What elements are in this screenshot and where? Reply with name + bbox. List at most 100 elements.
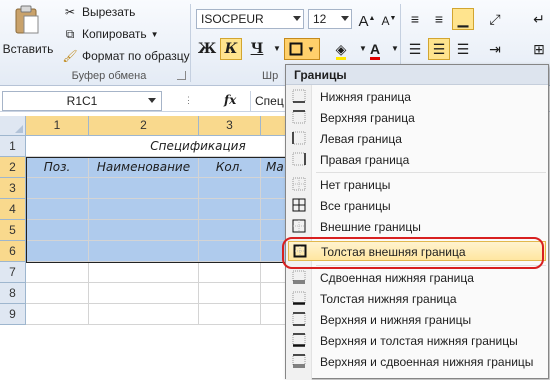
menu-item-right-border[interactable]: Правая граница <box>288 150 546 170</box>
copy-dropdown-icon[interactable]: ▼ <box>151 30 159 39</box>
cell[interactable] <box>26 283 89 304</box>
splitter-handle-icon[interactable]: ⋮ <box>184 95 194 106</box>
align-left-button[interactable]: ☰ <box>404 38 426 60</box>
cell[interactable] <box>199 283 261 304</box>
name-box-value: R1C1 <box>66 94 98 108</box>
orientation-button[interactable]: ⤢ <box>484 8 506 30</box>
insert-function-icon[interactable]: fx <box>224 93 236 107</box>
bold-button[interactable]: Ж <box>196 38 218 60</box>
menu-item-top-double-bottom-border[interactable]: Верхняя и сдвоенная нижняя границы <box>288 352 546 372</box>
row-header[interactable]: 3 <box>0 178 26 199</box>
align-top-icon: ≡ <box>410 11 420 27</box>
column-header[interactable]: 3 <box>199 116 261 136</box>
row-header[interactable]: 7 <box>0 262 26 283</box>
menu-item-top-thick-bottom-border[interactable]: Верхняя и толстая нижняя границы <box>288 331 546 351</box>
shrink-font-button[interactable]: A▼ <box>378 8 400 30</box>
row-header[interactable]: 2 <box>0 157 26 178</box>
underline-button[interactable]: Ч <box>246 38 268 60</box>
align-right-button[interactable]: ☰ <box>452 38 474 60</box>
selection-outline <box>26 157 288 263</box>
paste-button[interactable]: Вставить <box>2 2 54 64</box>
cut-label: Вырезать <box>82 5 136 19</box>
italic-button[interactable]: К <box>220 38 242 60</box>
row-header[interactable]: 4 <box>0 199 26 220</box>
cell[interactable] <box>261 283 287 304</box>
top-thick-bottom-border-icon <box>292 333 306 347</box>
cell[interactable] <box>199 262 261 283</box>
menu-item-thick-bottom-border[interactable]: Толстая нижняя граница <box>288 289 546 309</box>
align-top-button[interactable]: ≡ <box>404 8 426 30</box>
cell[interactable] <box>89 262 199 283</box>
cell[interactable] <box>261 304 287 325</box>
select-all-corner[interactable] <box>0 116 26 136</box>
chevron-down-icon[interactable] <box>341 16 349 21</box>
menu-item-top-bottom-border[interactable]: Верхняя и нижняя границы <box>288 310 546 330</box>
font-name-combo[interactable]: ISOCPEUR <box>196 9 304 29</box>
merge-icon: ⊞ <box>533 41 545 57</box>
annotation-highlight-oval <box>282 237 544 269</box>
thick-bottom-border-icon <box>292 291 306 305</box>
menu-item-bottom-border[interactable]: Нижняя граница <box>288 87 546 107</box>
align-bottom-button[interactable]: ▁ <box>452 8 474 30</box>
clipboard-icon <box>15 5 39 34</box>
format-painter-button[interactable]: 🖌 Формат по образцу <box>62 48 189 64</box>
merge-button[interactable]: ⊞ <box>528 38 550 60</box>
fill-color-button[interactable]: ◈ <box>330 38 352 60</box>
column-header[interactable]: 1 <box>26 116 89 136</box>
font-name-value: ISOCPEUR <box>201 12 264 26</box>
copy-icon: ⧉ <box>65 27 75 41</box>
scissors-icon: ✂ <box>64 5 76 19</box>
row-header[interactable]: 6 <box>0 241 26 262</box>
name-box[interactable]: R1C1 <box>2 91 162 111</box>
chevron-down-icon[interactable] <box>148 98 156 103</box>
borders-button[interactable]: ▼ <box>284 38 320 60</box>
bottom-border-icon <box>292 89 306 103</box>
column-header[interactable] <box>261 116 287 136</box>
menu-item-label: Верхняя и сдвоенная нижняя границы <box>320 355 534 369</box>
cell[interactable] <box>261 262 287 283</box>
font-color-button[interactable]: A <box>364 38 386 60</box>
indent-icon: ⇥ <box>489 41 501 57</box>
menu-item-label: Сдвоенная нижняя граница <box>320 271 474 285</box>
copy-button[interactable]: ⧉ Копировать ▼ <box>62 26 159 42</box>
borders-menu: Границы Нижняя граница Верхняя граница Л… <box>285 64 549 380</box>
chevron-down-icon[interactable] <box>293 16 301 21</box>
cut-button[interactable]: ✂ Вырезать <box>62 4 135 20</box>
grow-font-button[interactable]: A▲ <box>356 8 378 30</box>
wrap-text-icon: ↵ <box>533 11 545 27</box>
menu-item-label: Верхняя граница <box>320 111 415 125</box>
top-border-icon <box>292 110 306 124</box>
clipboard-dialog-launcher-icon[interactable] <box>177 71 186 80</box>
cell[interactable] <box>26 262 89 283</box>
align-middle-button[interactable]: ≡ <box>428 8 450 30</box>
row-header[interactable]: 5 <box>0 220 26 241</box>
font-size-combo[interactable]: 12 <box>308 9 352 29</box>
double-bottom-border-icon <box>292 270 306 284</box>
column-header[interactable]: 2 <box>89 116 199 136</box>
indent-button[interactable]: ⇥ <box>484 38 506 60</box>
cell[interactable] <box>199 304 261 325</box>
menu-item-double-bottom-border[interactable]: Сдвоенная нижняя граница <box>288 268 546 288</box>
menu-item-no-border[interactable]: Нет границы <box>288 175 546 195</box>
menu-item-outside-borders[interactable]: Внешние границы <box>288 217 546 237</box>
row-header[interactable]: 8 <box>0 283 26 304</box>
align-right-icon: ☰ <box>456 41 470 57</box>
menu-item-all-borders[interactable]: Все границы <box>288 196 546 216</box>
wrap-text-button[interactable]: ↵ <box>528 8 550 30</box>
menu-item-label: Нет границы <box>320 178 391 192</box>
menu-item-label: Внешние границы <box>320 220 421 234</box>
left-border-icon <box>292 131 306 145</box>
cell[interactable] <box>26 304 89 325</box>
row-header[interactable]: 1 <box>0 136 26 157</box>
menu-item-top-border[interactable]: Верхняя граница <box>288 108 546 128</box>
align-center-button[interactable]: ☰ <box>428 38 450 60</box>
menu-item-label: Верхняя и толстая нижняя границы <box>320 334 518 348</box>
font-color-dropdown[interactable]: ▼ <box>384 38 406 60</box>
cell[interactable] <box>89 304 199 325</box>
row-header[interactable]: 9 <box>0 304 26 325</box>
outside-borders-icon <box>292 219 306 233</box>
menu-separator <box>316 172 546 173</box>
cell[interactable] <box>89 283 199 304</box>
menu-item-left-border[interactable]: Левая граница <box>288 129 546 149</box>
copy-label: Копировать <box>82 27 147 41</box>
